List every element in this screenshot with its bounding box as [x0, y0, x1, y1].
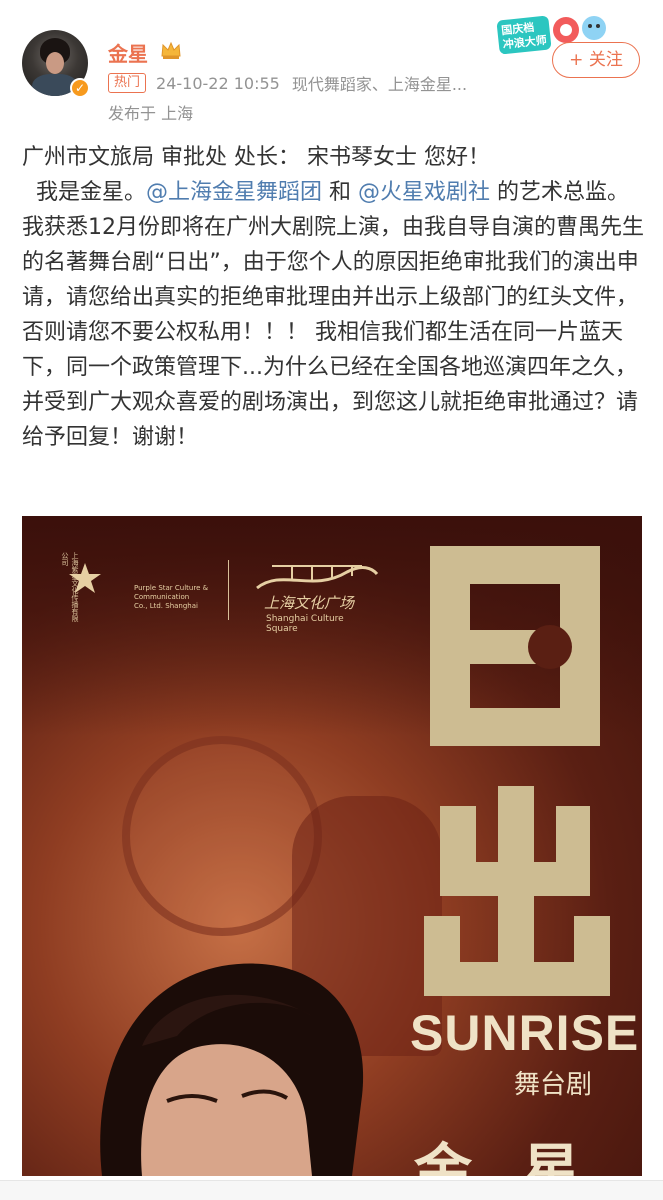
logo2-chinese: 上海文化广场 [264, 594, 355, 612]
post-location: 发布于 上海 [108, 104, 194, 123]
avatar-face [46, 52, 64, 74]
hot-tag: 热门 [108, 73, 147, 93]
post-image-poster[interactable]: 上海紫星文化传播有限公司 Purple Star Culture & Commu… [22, 516, 642, 1176]
post-greeting: 广州市文旅局 审批处 处长： 宋书琴女士 您好！ [22, 145, 490, 170]
presenter-logos: 上海紫星文化传播有限公司 Purple Star Culture & Commu… [52, 552, 379, 634]
post-text: 广州市文旅局 审批处 处长： 宋书琴女士 您好！ 我是金星。@上海金星舞蹈团 和… [22, 140, 644, 455]
poster-title-english: SUNRISE [410, 1005, 640, 1061]
username[interactable]: 金星 [108, 38, 148, 67]
post-intro: 我是金星。 [22, 180, 146, 205]
meta-row: 热门 24-10-22 10:55 现代舞蹈家、上海金星... [108, 72, 467, 94]
sunrise-title-glyphs [424, 546, 610, 996]
culture-square-logo-icon [256, 565, 379, 590]
post-header: ✓ 金星 热门 24-10-22 10:55 现代舞蹈家、上海金星... 发布于… [0, 0, 663, 130]
post-source[interactable]: 现代舞蹈家、上海金星... [292, 71, 467, 95]
poster-genre: 舞台剧 [514, 1070, 593, 1100]
verified-icon: ✓ [70, 78, 90, 98]
bottom-action-bar[interactable] [0, 1180, 663, 1200]
star-logo-icon [69, 563, 101, 593]
logo2-english: Shanghai Culture Square [266, 614, 344, 634]
post-body: 我是金星。@上海金星舞蹈团 和 @火星戏剧社 的艺术总监。我获悉12月份即将在广… [22, 175, 644, 455]
logo1-english: Purple Star Culture & Communication Co.,… [134, 584, 209, 610]
poster-actor-name: 金星 [414, 1137, 631, 1176]
mention-link[interactable]: @火星戏剧社 [358, 180, 490, 205]
post-timestamp: 24-10-22 10:55 [156, 73, 280, 93]
post-and: 和 [322, 180, 359, 205]
crown-icon [161, 41, 181, 59]
follow-button[interactable]: + 关注 [552, 42, 640, 78]
woman-portrait [100, 963, 364, 1176]
post-body-rest: 的艺术总监。我获悉12月份即将在广州大剧院上演，由我自导自演的曹禺先生的名著舞台… [22, 180, 644, 450]
logo-divider [228, 560, 229, 620]
mention-link[interactable]: @上海金星舞蹈团 [146, 180, 322, 205]
